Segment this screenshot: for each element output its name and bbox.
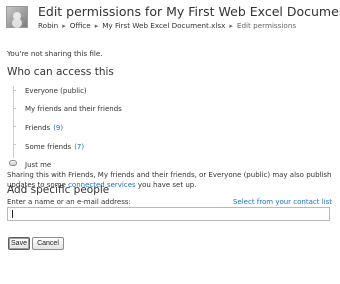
add-specific-people-heading: Add specific people — [7, 184, 110, 196]
save-button[interactable]: Save — [8, 237, 30, 250]
option-everyone-public[interactable]: Everyone (public) — [25, 86, 87, 96]
slider-tick — [13, 108, 16, 109]
option-friends[interactable]: Friends (9) — [25, 123, 63, 133]
breadcrumb-current: Edit permissions — [236, 21, 297, 30]
breadcrumb-office[interactable]: Office — [70, 21, 91, 30]
breadcrumb: Robin ▸ Office ▸ My First Web Excel Document… — [38, 21, 296, 31]
slider-track — [13, 86, 14, 158]
breadcrumb-robin[interactable]: Robin — [38, 21, 58, 30]
option-friends-of-friends[interactable]: My friends and their friends — [25, 104, 122, 114]
page-header: Edit permissions for My First Web Excel … — [6, 4, 340, 36]
page-title: Edit permissions for My First Web Excel … — [38, 4, 340, 19]
breadcrumb-separator-icon: ▸ — [62, 22, 66, 30]
name-email-input[interactable] — [7, 207, 330, 221]
slider-tick — [13, 126, 16, 127]
cancel-button[interactable]: Cancel — [32, 237, 64, 250]
option-label: Some friends — [25, 143, 72, 151]
contact-list-link[interactable]: Select from your contact list — [233, 198, 332, 206]
some-friends-count-link[interactable]: (7) — [74, 143, 84, 151]
info-suffix: you have set up. — [137, 181, 197, 189]
option-just-me[interactable]: Just me — [25, 160, 51, 170]
who-can-access-heading: Who can access this — [7, 66, 114, 78]
breadcrumb-separator-icon: ▸ — [94, 22, 99, 30]
breadcrumb-document[interactable]: My First Web Excel Document.xlsx — [102, 21, 225, 30]
user-avatar-icon — [6, 6, 28, 28]
option-label: Everyone (public) — [25, 87, 87, 95]
option-some-friends[interactable]: Some friends (7) — [25, 142, 84, 152]
edit-permissions-page: Edit permissions for My First Web Excel … — [0, 0, 340, 284]
friends-count-link[interactable]: (9) — [53, 124, 63, 132]
breadcrumb-separator-icon: ▸ — [229, 22, 233, 30]
option-label: My friends and their friends — [25, 105, 122, 113]
access-level-slider[interactable] — [9, 86, 21, 166]
slider-tick — [13, 144, 16, 145]
option-label: Just me — [25, 161, 52, 169]
slider-tick — [13, 90, 16, 91]
option-label: Friends — [25, 124, 51, 132]
name-email-label: Enter a name or an e-mail address: — [7, 198, 131, 206]
text-caret — [12, 210, 13, 218]
slider-handle[interactable] — [9, 160, 17, 166]
sharing-status-text: You're not sharing this file. — [7, 49, 103, 58]
